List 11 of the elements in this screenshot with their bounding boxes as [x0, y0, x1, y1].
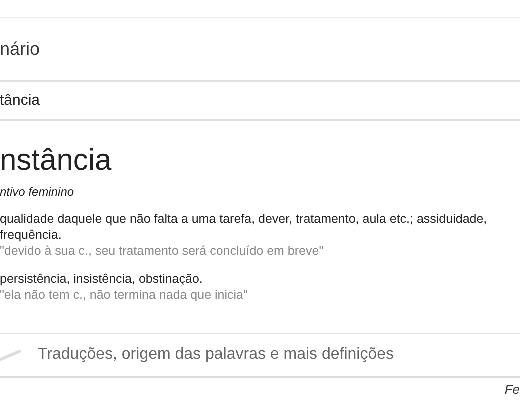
search-field[interactable]: tância	[0, 82, 520, 121]
more-definitions-link[interactable]: Traduções, origem das palavras e mais definições	[38, 346, 394, 364]
usage-example: "devido à sua c., seu tratamento será concluído em breve"	[0, 243, 325, 259]
line-icon	[0, 349, 22, 361]
headword: nstância	[0, 143, 113, 179]
definition-text: qualidade daquele que não falta a uma tarefa, dever, tratamento, aula etc.; assiduidade, frequência.	[0, 211, 488, 243]
definition-text: persistência, insistência, obstinação.	[0, 271, 204, 287]
footer-text: Fe	[504, 382, 520, 397]
word-class: ntivo feminino	[0, 185, 76, 199]
page-title: nário	[0, 38, 40, 60]
usage-example: "ela não tem c., não termina nada que inicia"	[0, 287, 249, 303]
